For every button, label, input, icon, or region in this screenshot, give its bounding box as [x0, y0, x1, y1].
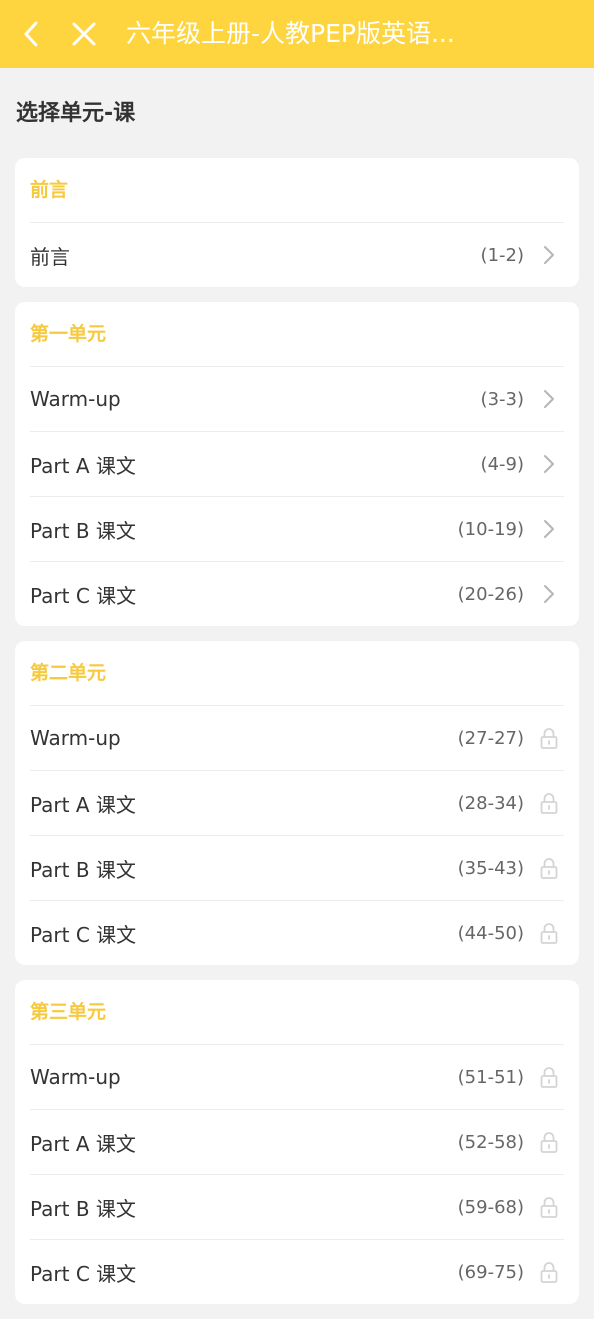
lesson-row[interactable]: 前言 (1-2) — [30, 222, 564, 287]
page-title: 六年级上册-人教PEP版英语... — [126, 19, 455, 48]
unit-card: 第三单元 Warm-up (51-51) Part A 课文 (52-58) Part B… — [15, 980, 579, 1304]
lesson-pages: (35-43) — [457, 857, 524, 879]
chevron-right-icon — [540, 244, 558, 266]
lesson-pages: (1-2) — [480, 244, 524, 266]
unit-title: 第二单元 — [30, 662, 107, 684]
lock-icon — [540, 1196, 558, 1218]
lesson-row[interactable]: Warm-up (27-27) — [30, 705, 564, 770]
lock-icon — [540, 727, 558, 749]
unit-list: 前言 前言 (1-2) 第一单元 Warm-up (3-3) Part A 课文 (4-9) P… — [15, 158, 579, 1319]
unit-card: 第一单元 Warm-up (3-3) Part A 课文 (4-9) Part B 课文 (… — [15, 302, 579, 626]
lesson-pages: (52-58) — [457, 1131, 524, 1153]
lesson-label: 前言 — [30, 244, 70, 269]
lesson-label: Warm-up — [30, 1065, 121, 1089]
unit-title: 第一单元 — [30, 323, 107, 345]
lesson-pages: (69-75) — [457, 1261, 524, 1283]
lesson-label: Part A 课文 — [30, 453, 136, 478]
lesson-row[interactable]: Part A 课文 (52-58) — [30, 1109, 564, 1174]
unit-card: 前言 前言 (1-2) — [15, 158, 579, 287]
lesson-row[interactable]: Warm-up (51-51) — [30, 1044, 564, 1109]
lesson-pages: (28-34) — [457, 792, 524, 814]
lesson-label: Part A 课文 — [30, 1131, 136, 1156]
chevron-right-icon — [540, 518, 558, 540]
unit-title: 第三单元 — [30, 1001, 107, 1023]
lesson-row[interactable]: Part C 课文 (44-50) — [30, 900, 564, 965]
chevron-left-icon — [24, 21, 38, 47]
lesson-row[interactable]: Part C 课文 (20-26) — [30, 561, 564, 626]
lesson-row[interactable]: Part B 课文 (35-43) — [30, 835, 564, 900]
lock-icon — [540, 922, 558, 944]
lock-icon — [540, 1066, 558, 1088]
lesson-row[interactable]: Warm-up (3-3) — [30, 366, 564, 431]
lesson-row[interactable]: Part B 课文 (10-19) — [30, 496, 564, 561]
lesson-label: Part C 课文 — [30, 922, 137, 947]
chevron-right-icon — [540, 583, 558, 605]
lesson-row[interactable]: Part A 课文 (4-9) — [30, 431, 564, 496]
lesson-pages: (10-19) — [457, 518, 524, 540]
lesson-label: Warm-up — [30, 387, 121, 411]
lesson-label: Part A 课文 — [30, 792, 136, 817]
lesson-pages: (4-9) — [480, 453, 524, 475]
close-button[interactable] — [64, 14, 104, 54]
lesson-pages: (44-50) — [457, 922, 524, 944]
lesson-pages: (3-3) — [480, 388, 524, 410]
lock-icon — [540, 857, 558, 879]
chevron-right-icon — [540, 388, 558, 410]
back-button[interactable] — [12, 14, 52, 54]
lesson-row[interactable]: Part C 课文 (69-75) — [30, 1239, 564, 1304]
unit-card: 第二单元 Warm-up (27-27) Part A 课文 (28-34) Part B… — [15, 641, 579, 965]
lesson-pages: (51-51) — [457, 1066, 524, 1088]
lesson-label: Warm-up — [30, 726, 121, 750]
section-heading: 选择单元-课 — [16, 101, 136, 126]
lock-icon — [540, 1131, 558, 1153]
lesson-pages: (59-68) — [457, 1196, 524, 1218]
unit-title: 前言 — [30, 179, 69, 201]
lesson-label: Part B 课文 — [30, 518, 136, 543]
lesson-row[interactable]: Part A 课文 (28-34) — [30, 770, 564, 835]
lesson-label: Part B 课文 — [30, 1196, 136, 1221]
top-bar: 六年级上册-人教PEP版英语... — [0, 0, 594, 68]
lesson-row[interactable]: Part B 课文 (59-68) — [30, 1174, 564, 1239]
lesson-label: Part C 课文 — [30, 1261, 137, 1286]
chevron-right-icon — [540, 453, 558, 475]
lesson-label: Part C 课文 — [30, 583, 137, 608]
lock-icon — [540, 792, 558, 814]
close-icon — [72, 22, 96, 46]
lesson-pages: (27-27) — [457, 727, 524, 749]
lesson-label: Part B 课文 — [30, 857, 136, 882]
lesson-pages: (20-26) — [457, 583, 524, 605]
